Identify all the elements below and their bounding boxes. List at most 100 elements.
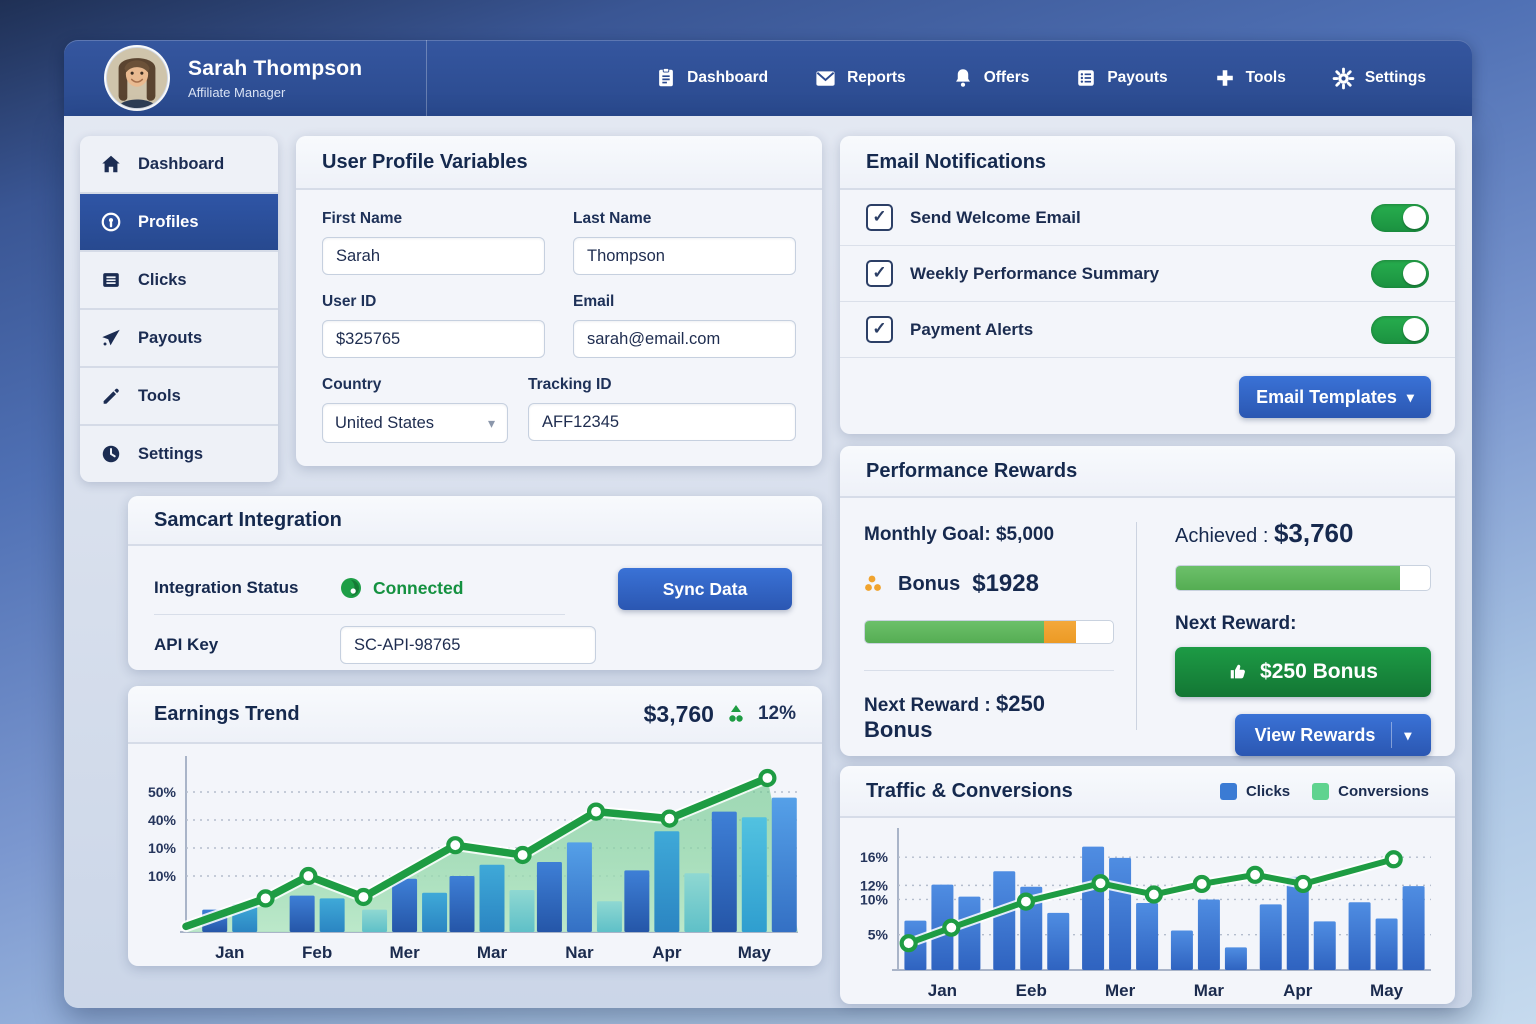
affiliate-dashboard-page: Sarah Thompson Affiliate Manager Dashboa… [0,0,1536,1024]
gear-icon [1332,67,1355,90]
country-selected-value: United States [335,414,434,433]
bonus-250-button[interactable]: $250 Bonus [1175,647,1431,697]
traffic-legend: ClicksConversions [1220,783,1429,800]
notification-row-send-welcome-email: ✓Send Welcome Email [840,190,1455,246]
first-name-field[interactable] [322,237,545,275]
first-name-label: First Name [322,210,545,228]
samcart-header: Samcart Integration [128,496,822,546]
home-icon [100,153,122,175]
sidebar-item-label: Dashboard [138,155,224,174]
nav-item-label: Tools [1246,69,1286,87]
nav-item-offers[interactable]: Offers [952,67,1030,89]
monthly-goal-value: $5,000 [996,524,1054,545]
view-rewards-button[interactable]: View Rewards ▾ [1235,714,1431,756]
api-key-field[interactable] [340,626,596,664]
checkbox-send-welcome-email[interactable]: ✓ [866,204,893,231]
avatar-image [106,47,168,109]
bonus-row: Bonus $1928 [864,570,1114,598]
checkbox-payment-alerts[interactable]: ✓ [866,316,893,343]
sidebar-item-clicks[interactable]: Clicks [80,252,278,310]
last-name-field[interactable] [573,237,796,275]
integration-status-value: Connected [340,577,463,599]
list-lines-icon [100,269,122,291]
nav-item-payouts[interactable]: Payouts [1075,67,1167,89]
svg-text:Mar: Mar [477,943,508,962]
user-name: Sarah Thompson [188,57,362,81]
clock-icon [100,443,122,465]
sidebar-item-label: Clicks [138,271,187,290]
trend-up-icon [724,702,748,726]
plus-icon [1214,67,1236,89]
svg-text:10%: 10% [860,891,889,907]
next-reward2-label: Next Reward: [1175,613,1431,635]
svg-text:Jan: Jan [928,981,957,1000]
notification-row-payment-alerts: ✓Payment Alerts [840,302,1455,358]
nav-item-tools[interactable]: Tools [1214,67,1286,89]
connected-status-icon [340,577,362,599]
rewards-left-divider [864,670,1114,671]
bonus-value: $1928 [972,570,1039,598]
caret-down-icon: ▾ [1407,389,1414,406]
nav-item-reports[interactable]: Reports [814,67,906,90]
achieved-progress-bar [1175,565,1431,591]
email-notifications-card: Email Notifications ✓Send Welcome Email✓… [840,136,1455,434]
user-profile-block[interactable]: Sarah Thompson Affiliate Manager [64,45,362,111]
svg-text:May: May [738,943,772,962]
achieved-progress-green [1176,566,1400,590]
sidebar-item-profiles[interactable]: Profiles [80,194,278,252]
chevron-down-icon: ▾ [488,415,495,432]
monthly-goal: Monthly Goal: $5,000 [864,524,1114,546]
goal-progress-bar [864,620,1114,644]
top-header-bar: Sarah Thompson Affiliate Manager Dashboa… [64,40,1472,116]
svg-text:Nar: Nar [565,943,594,962]
email-templates-button[interactable]: Email Templates ▾ [1239,376,1431,418]
toggle-send-welcome-email[interactable] [1371,204,1429,232]
svg-text:10%: 10% [148,840,177,856]
nav-item-label: Settings [1365,69,1426,87]
country-label: Country [322,376,508,394]
nav-item-dashboard[interactable]: Dashboard [655,67,768,89]
sidebar-item-payouts[interactable]: Payouts [80,310,278,368]
sidebar-item-settings[interactable]: Settings [80,426,278,482]
sync-data-button[interactable]: Sync Data [618,568,792,610]
svg-text:Jan: Jan [215,943,244,962]
nav-item-label: Payouts [1107,69,1167,87]
legend-label: Conversions [1338,783,1429,800]
api-key-label: API Key [154,635,340,655]
tracking-id-label: Tracking ID [528,376,796,394]
legend-swatch [1312,783,1329,800]
pencil-icon [100,385,122,407]
legend-swatch [1220,783,1237,800]
email-templates-label: Email Templates [1256,387,1397,408]
achieved-value: $3,760 [1274,518,1354,548]
sidebar-item-dashboard[interactable]: Dashboard [80,136,278,194]
nav-item-settings[interactable]: Settings [1332,67,1426,90]
bonus-dots-icon [864,573,886,595]
toggle-weekly-performance-summary[interactable] [1371,260,1429,288]
svg-text:40%: 40% [148,812,177,828]
svg-text:May: May [1370,981,1404,1000]
legend-item-conversions: Conversions [1312,783,1429,800]
sidebar-item-label: Payouts [138,329,202,348]
last-name-label: Last Name [573,210,796,228]
tracking-id-field[interactable] [528,403,796,441]
toggle-payment-alerts[interactable] [1371,316,1429,344]
checkbox-weekly-performance-summary[interactable]: ✓ [866,260,893,287]
svg-text:50%: 50% [148,784,177,800]
traffic-conversions-chart: 5%10%12%16%JanEebMerMarAprMay [850,822,1445,1002]
svg-text:10%: 10% [148,868,177,884]
goal-progress-orange [1044,621,1076,643]
sidebar-item-tools[interactable]: Tools [80,368,278,426]
header-divider [426,40,427,116]
user-id-field[interactable] [322,320,545,358]
samcart-integration-card: Samcart Integration Integration Status C… [128,496,822,670]
svg-text:Apr: Apr [1283,981,1313,1000]
email-field[interactable] [573,320,796,358]
svg-text:12%: 12% [860,877,889,893]
view-rewards-label: View Rewards [1255,725,1376,746]
user-id-label: User ID [322,293,545,311]
country-select[interactable]: United States ▾ [322,403,508,443]
goal-progress-green [865,621,1044,643]
sidebar: Dashboard Profiles Clicks Payouts ToolsSetti… [80,136,278,482]
next-reward-label: Next Reward : [864,695,991,716]
